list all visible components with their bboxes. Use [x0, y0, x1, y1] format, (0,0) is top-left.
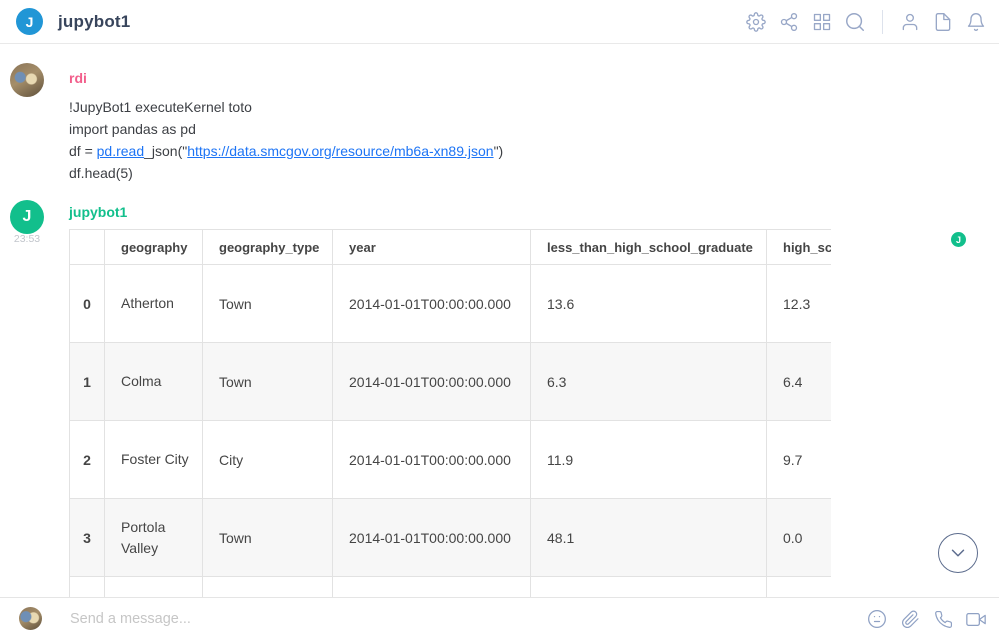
row-index-cell: 2	[70, 421, 105, 499]
paperclip-icon[interactable]	[900, 609, 920, 629]
username-rdi[interactable]: rdi	[69, 70, 87, 86]
row-index-cell	[70, 577, 105, 598]
table-cell: Atherton	[105, 265, 203, 343]
table-row: 2Foster CityCity2014-01-01T00:00:00.0001…	[70, 421, 832, 499]
table-cell: 6.3	[531, 343, 767, 421]
header-divider	[882, 10, 883, 34]
code-text: _json("	[144, 143, 187, 159]
row-index-cell: 1	[70, 343, 105, 421]
table-header-cell: less_than_high_school_graduate	[531, 230, 767, 265]
table-cell: 12.3	[767, 265, 832, 343]
message-line: !JupyBot1 executeKernel toto	[69, 96, 503, 118]
composer-avatar	[19, 607, 42, 630]
app-window: J jupybot1	[0, 0, 999, 639]
dataframe-table: geographygeography_typeyearless_than_hig…	[69, 229, 831, 597]
table-header-cell	[70, 230, 105, 265]
table-row: 1ColmaTown2014-01-01T00:00:00.0006.36.4	[70, 343, 832, 421]
message-body-rdi: !JupyBot1 executeKernel toto import pand…	[69, 96, 503, 184]
dataframe-table-container: geographygeography_typeyearless_than_hig…	[69, 229, 831, 597]
row-index-cell: 3	[70, 499, 105, 577]
table-cell: Colma	[105, 343, 203, 421]
table-cell: Town	[203, 343, 333, 421]
share-icon[interactable]	[778, 11, 800, 33]
table-cell: Town	[203, 499, 333, 577]
document-icon[interactable]	[932, 11, 954, 33]
bot-avatar-jupybot1[interactable]: J	[10, 200, 44, 234]
table-cell: 2014-01-01T00:00:00.000	[333, 343, 531, 421]
table-header-cell: geography_type	[203, 230, 333, 265]
message-line: import pandas as pd	[69, 118, 503, 140]
settings-icon[interactable]	[745, 11, 767, 33]
table-header-row: geographygeography_typeyearless_than_hig…	[70, 230, 832, 265]
table-cell	[333, 577, 531, 598]
table-cell	[767, 577, 832, 598]
table-cell: 2014-01-01T00:00:00.000	[333, 265, 531, 343]
header-actions	[745, 0, 987, 44]
table-cell: 48.1	[531, 499, 767, 577]
message-line: df.head(5)	[69, 162, 503, 184]
video-camera-icon[interactable]	[966, 609, 986, 629]
bell-icon[interactable]	[965, 11, 987, 33]
message-timestamp: 23:53	[10, 233, 44, 245]
table-cell: Portola Valley	[105, 499, 203, 577]
table-cell	[105, 577, 203, 598]
table-row: 3Portola ValleyTown2014-01-01T00:00:00.0…	[70, 499, 832, 577]
table-row: 0AthertonTown2014-01-01T00:00:00.00013.6…	[70, 265, 832, 343]
table-header-cell: year	[333, 230, 531, 265]
user-icon[interactable]	[899, 11, 921, 33]
table-cell: 13.6	[531, 265, 767, 343]
table-cell: 0.0	[767, 499, 832, 577]
user-avatar-rdi[interactable]	[10, 63, 44, 97]
table-cell	[531, 577, 767, 598]
channel-header: J jupybot1	[0, 0, 999, 44]
table-cell: City	[203, 421, 333, 499]
message-line: df = pd.read_json("https://data.smcgov.o…	[69, 140, 503, 162]
emoji-icon[interactable]	[867, 609, 887, 629]
unread-jump-badge[interactable]: J	[951, 232, 966, 247]
message-composer	[0, 597, 999, 639]
table-cell: Town	[203, 265, 333, 343]
link-dataset-url[interactable]: https://data.smcgov.org/resource/mb6a-xn…	[187, 143, 493, 159]
code-text: df =	[69, 143, 97, 159]
table-cell: 6.4	[767, 343, 832, 421]
composer-actions	[867, 598, 986, 639]
username-jupybot1[interactable]: jupybot1	[69, 204, 127, 220]
search-icon[interactable]	[844, 11, 866, 33]
apps-grid-icon[interactable]	[811, 11, 833, 33]
table-cell: 2014-01-01T00:00:00.000	[333, 499, 531, 577]
code-text: ")	[494, 143, 504, 159]
table-row	[70, 577, 832, 598]
table-cell: Foster City	[105, 421, 203, 499]
table-header-cell: high_school_graduate	[767, 230, 832, 265]
link-pd-read[interactable]: pd.read	[97, 143, 144, 159]
table-cell: 2014-01-01T00:00:00.000	[333, 421, 531, 499]
chevron-down-icon	[947, 542, 969, 564]
row-index-cell: 0	[70, 265, 105, 343]
channel-title: jupybot1	[58, 0, 130, 44]
table-cell: 9.7	[767, 421, 832, 499]
phone-icon[interactable]	[933, 609, 953, 629]
table-header-cell: geography	[105, 230, 203, 265]
table-cell: 11.9	[531, 421, 767, 499]
channel-avatar: J	[16, 8, 43, 35]
scroll-to-bottom-button[interactable]	[938, 533, 978, 573]
table-cell	[203, 577, 333, 598]
message-input[interactable]	[70, 598, 610, 639]
